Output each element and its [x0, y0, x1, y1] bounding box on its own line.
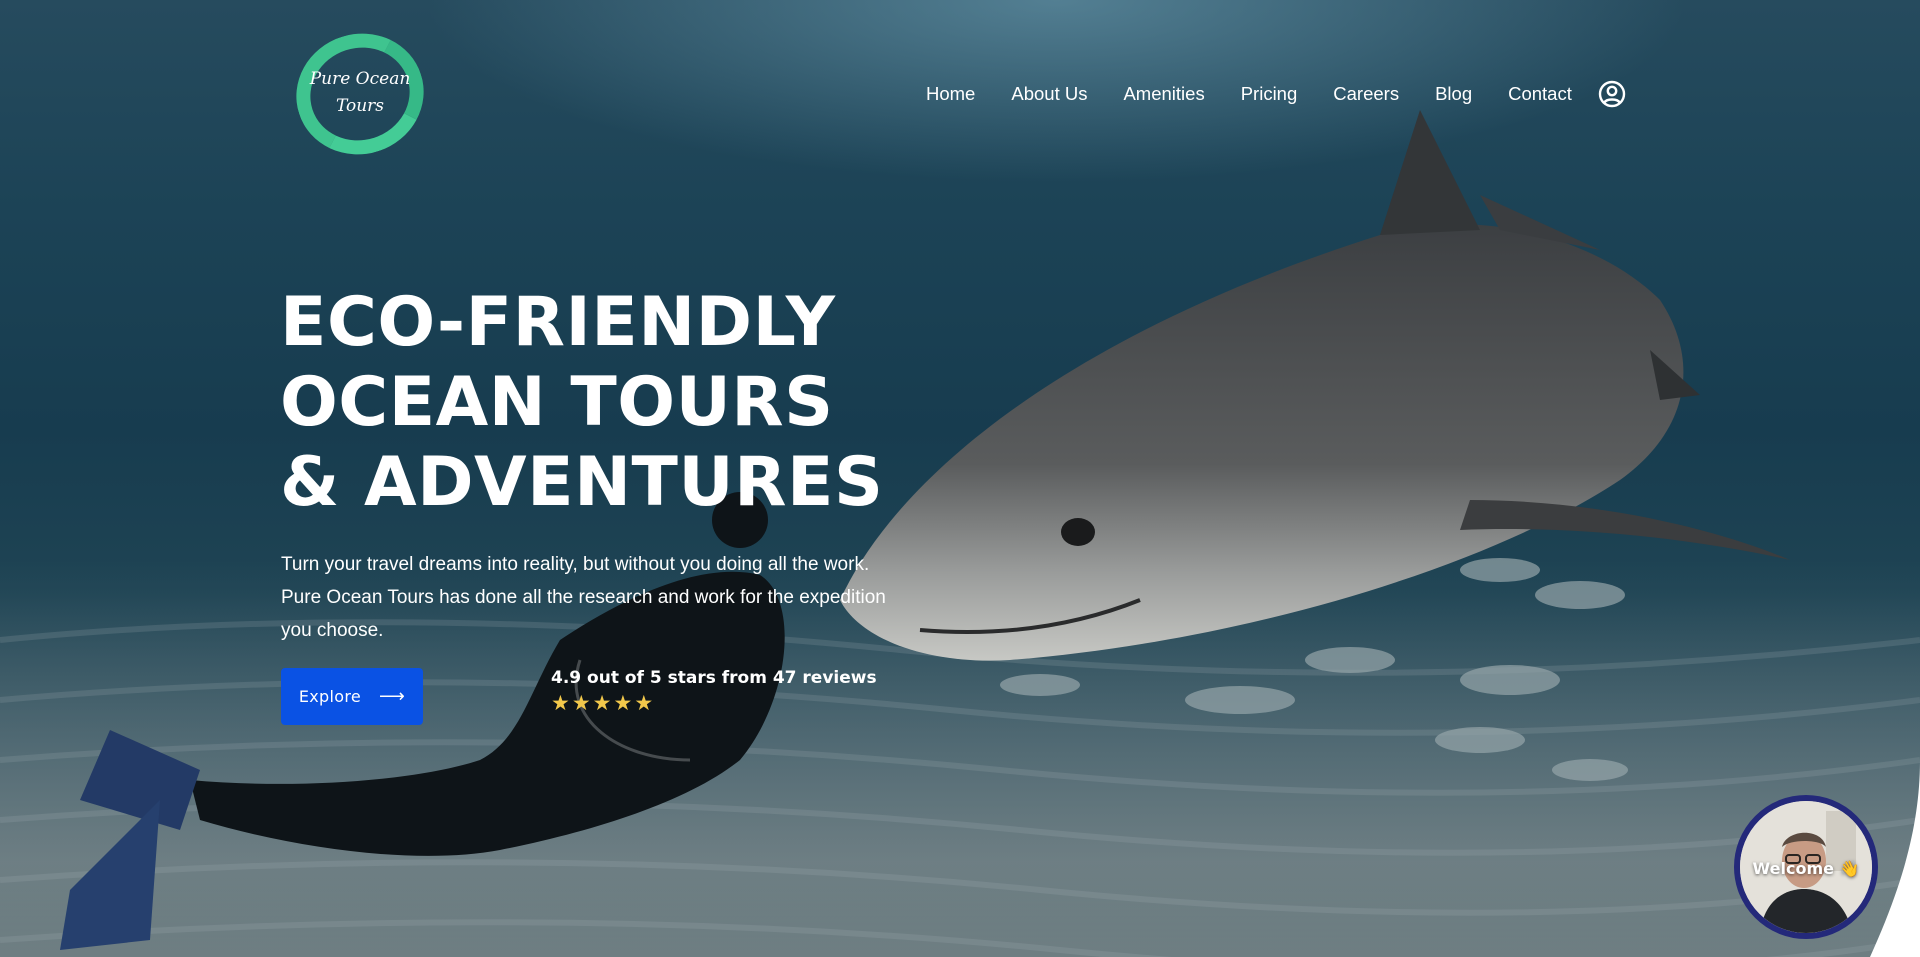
star-icon: ★ [634, 692, 654, 715]
logo-line-2: Tours [335, 96, 385, 116]
star-icon: ★ [551, 692, 570, 715]
main-nav: Home About Us Amenities Pricing Careers … [926, 80, 1626, 108]
nav-about-us[interactable]: About Us [1011, 83, 1087, 105]
nav-home[interactable]: Home [926, 83, 975, 105]
user-circle-icon[interactable] [1598, 80, 1626, 108]
star-icon: ★ [613, 692, 633, 715]
star-rating: ★ ★ ★ ★ ★ [551, 693, 877, 715]
nav-pricing[interactable]: Pricing [1241, 83, 1298, 105]
logo-text: Pure Ocean Tours [296, 66, 424, 120]
nav-blog[interactable]: Blog [1435, 83, 1472, 105]
explore-button-label: Explore [298, 687, 362, 706]
welcome-video-bubble[interactable]: Welcome 👋 [1734, 795, 1878, 939]
welcome-label: Welcome 👋 [1752, 859, 1860, 878]
nav-contact[interactable]: Contact [1508, 83, 1572, 105]
nav-careers[interactable]: Careers [1333, 83, 1399, 105]
hero-title: ECO-FRIENDLY OCEAN TOURS & ADVENTURES [280, 283, 1040, 523]
hero-description-line-1: Turn your travel dreams into reality, bu… [281, 554, 870, 575]
star-icon: ★ [592, 692, 612, 715]
arrow-right-icon: ⟶ [379, 686, 406, 707]
hero-title-line-3: & ADVENTURES [280, 443, 884, 522]
site-logo[interactable]: Pure Ocean Tours [280, 17, 440, 171]
explore-button[interactable]: Explore ⟶ [281, 668, 423, 725]
logo-line-1: Pure Ocean [309, 69, 411, 89]
hero-description-line-3: you choose. [281, 620, 384, 641]
hero-title-line-1: ECO-FRIENDLY [280, 283, 836, 362]
hero-description-line-2: Pure Ocean Tours has done all the resear… [281, 587, 886, 608]
hero-description: Turn your travel dreams into reality, bu… [281, 548, 911, 647]
nav-amenities[interactable]: Amenities [1123, 83, 1204, 105]
hero-title-line-2: OCEAN TOURS [280, 363, 834, 442]
rating-summary: 4.9 out of 5 stars from 47 reviews ★ ★ ★… [551, 668, 877, 715]
star-icon: ★ [571, 692, 591, 715]
rating-text: 4.9 out of 5 stars from 47 reviews [551, 668, 877, 688]
